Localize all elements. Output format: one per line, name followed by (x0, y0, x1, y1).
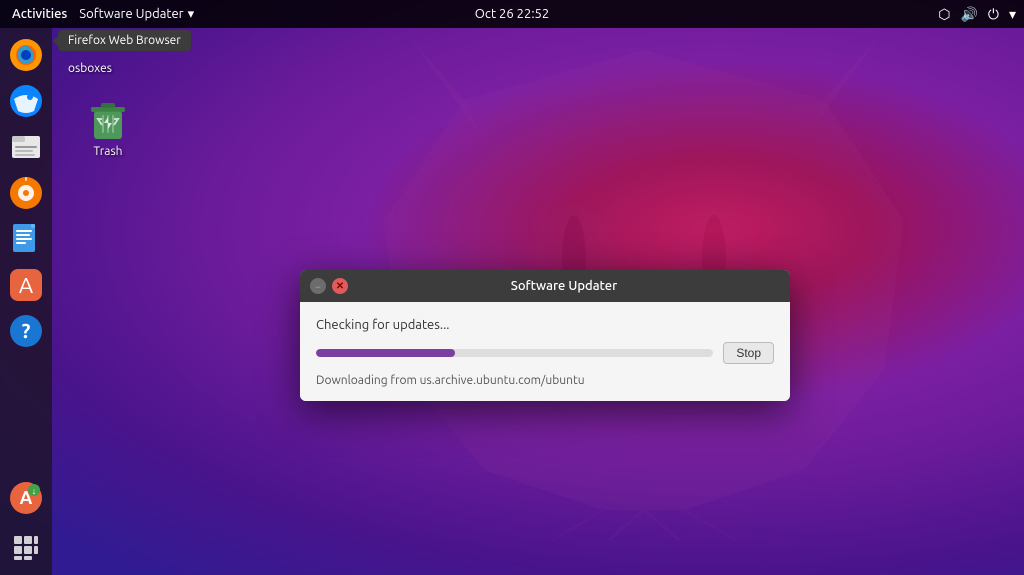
trash-label: Trash (93, 145, 122, 158)
stop-button[interactable]: Stop (723, 342, 774, 364)
show-applications-button[interactable] (5, 527, 47, 569)
system-menu-arrow[interactable]: ▾ (1009, 6, 1016, 23)
svg-text:A: A (19, 273, 34, 298)
topbar-left: Activities Software Updater ▾ (8, 7, 194, 22)
activities-button[interactable]: Activities (8, 7, 71, 21)
writer-icon (9, 222, 43, 256)
rhythmbox-icon (8, 175, 44, 211)
dialog-body: Checking for updates... Stop Downloading… (300, 302, 790, 401)
help-icon: ? (8, 313, 44, 349)
progress-bar-fill (316, 349, 455, 357)
trash-icon (84, 95, 132, 143)
trash-icon-desktop[interactable]: Trash (68, 95, 148, 158)
dialog-close-button[interactable]: ✕ (332, 278, 348, 294)
thunderbird-icon (8, 83, 44, 119)
dock-item-help[interactable]: ? (5, 310, 47, 352)
svg-text:↓: ↓ (32, 486, 37, 496)
topbar-app-name[interactable]: Software Updater ▾ (79, 7, 194, 22)
firefox-tooltip: Firefox Web Browser (58, 30, 191, 51)
network-icon[interactable]: ⬡ (938, 6, 950, 23)
dialog-source-text: Downloading from us.archive.ubuntu.com/u… (316, 374, 774, 387)
dialog-progress-row: Stop (316, 342, 774, 364)
svg-text:?: ? (22, 319, 31, 342)
dock-item-updater[interactable]: A ↓ (5, 477, 47, 519)
osboxes-label: osboxes (68, 62, 112, 75)
dialog-controls: − ✕ (310, 278, 348, 294)
dock-item-files[interactable] (5, 126, 47, 168)
software-updater-dialog[interactable]: − ✕ Software Updater Checking for update… (300, 270, 790, 401)
power-icon[interactable]: ⏻ (988, 6, 999, 23)
dock-item-writer[interactable] (5, 218, 47, 260)
topbar: Activities Software Updater ▾ Oct 26 22:… (0, 0, 1024, 28)
sound-icon[interactable]: 🔊 (960, 6, 977, 23)
app-menu-arrow: ▾ (188, 7, 195, 22)
trash-svg (84, 95, 132, 143)
dialog-titlebar: − ✕ Software Updater (300, 270, 790, 302)
files-icon (9, 130, 43, 164)
dock: A ? A ↓ (0, 28, 52, 575)
dock-item-appstore[interactable]: A (5, 264, 47, 306)
progress-bar-background (316, 349, 713, 357)
grid-icon (12, 534, 40, 562)
dock-item-thunderbird[interactable] (5, 80, 47, 122)
updater-icon: A ↓ (8, 480, 44, 516)
desktop: Activities Software Updater ▾ Oct 26 22:… (0, 0, 1024, 575)
app-name-label: Software Updater (79, 7, 183, 21)
dialog-title: Software Updater (348, 279, 780, 293)
dock-item-firefox[interactable] (5, 34, 47, 76)
topbar-right: ⬡ 🔊 ⏻ ▾ (938, 6, 1016, 23)
dialog-minimize-button[interactable]: − (310, 278, 326, 294)
dock-item-rhythmbox[interactable] (5, 172, 47, 214)
firefox-icon (8, 37, 44, 73)
dialog-status-text: Checking for updates... (316, 318, 774, 332)
topbar-datetime[interactable]: Oct 26 22:52 (475, 7, 549, 21)
appstore-icon: A (8, 267, 44, 303)
